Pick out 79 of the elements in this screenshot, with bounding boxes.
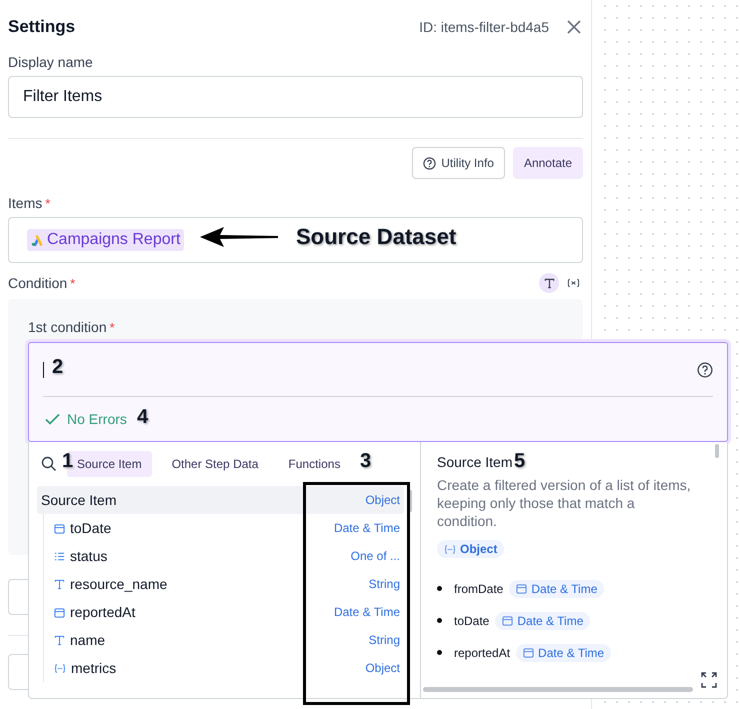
type-badge: Date & Time xyxy=(495,612,590,630)
tree-item[interactable]: reportedAt Date & Time xyxy=(50,598,404,626)
text-type-icon xyxy=(54,578,65,590)
field-type: Object xyxy=(365,493,400,507)
field-name: Source Item xyxy=(41,492,118,508)
annotation-number: 3 xyxy=(360,450,372,473)
help-icon xyxy=(423,156,436,170)
field-name: status xyxy=(70,548,108,564)
close-button[interactable] xyxy=(565,18,583,36)
calendar-icon xyxy=(516,583,528,594)
annotate-button[interactable]: Annotate xyxy=(512,147,583,179)
annotation-number: 5 xyxy=(514,450,526,473)
field-label: 1st condition xyxy=(28,319,107,335)
field-label: Condition xyxy=(8,275,68,291)
scrollbar[interactable] xyxy=(423,687,693,692)
field-type: String xyxy=(368,577,400,591)
annotation-label: Source Dataset xyxy=(296,224,456,250)
field-name: name xyxy=(70,632,106,648)
bullet-icon xyxy=(437,618,442,623)
scrollbar[interactable] xyxy=(715,444,719,458)
scrollbar[interactable] xyxy=(409,490,412,512)
panel-title: Settings xyxy=(8,17,76,37)
text-type-icon xyxy=(544,278,554,288)
calendar-icon xyxy=(54,606,65,618)
tree-item[interactable]: resource_name String xyxy=(50,570,404,598)
annotation-number: 4 xyxy=(137,406,148,429)
variable-icon xyxy=(566,278,580,288)
check-icon xyxy=(45,413,60,426)
bullet-icon xyxy=(437,586,442,591)
braces-icon xyxy=(54,662,66,674)
text-mode-button[interactable] xyxy=(539,273,559,293)
tree-item[interactable]: toDate Date & Time xyxy=(50,514,404,542)
dataset-chip[interactable]: Campaigns Report xyxy=(27,229,184,251)
calendar-icon xyxy=(54,522,65,534)
field-name: toDate xyxy=(454,614,490,628)
calendar-icon xyxy=(523,647,534,658)
text-cursor xyxy=(43,362,44,378)
field-type: Date & Time xyxy=(334,605,400,619)
expand-icon xyxy=(701,672,717,688)
field-name: toDate xyxy=(70,520,112,536)
field-type: String xyxy=(368,633,400,647)
field-name: reportedAt xyxy=(70,604,136,620)
detail-description: Create a filtered version of a list of items, keeping only those that match a condition. xyxy=(437,476,692,530)
field-type: Object xyxy=(365,661,400,675)
list-icon xyxy=(54,550,65,562)
calendar-icon xyxy=(502,615,514,626)
search-icon[interactable] xyxy=(41,456,57,472)
annotation-number: 2 xyxy=(52,356,64,379)
field-name: fromDate xyxy=(454,582,504,596)
tree-item[interactable]: name String xyxy=(50,626,404,654)
field-type: Date & Time xyxy=(334,521,400,535)
display-name-field[interactable]: Filter Items xyxy=(8,76,583,118)
tree-item[interactable]: Source Item Object xyxy=(37,486,404,514)
tree-item[interactable]: metrics Object xyxy=(50,654,404,682)
info-button[interactable]: Utility Info xyxy=(412,147,505,179)
type-badge: Object xyxy=(437,540,504,558)
field-label: Display name xyxy=(8,54,94,70)
detail-title: Source Item xyxy=(437,454,512,470)
required-mark: * xyxy=(110,320,115,334)
tree-item[interactable]: status One of ... xyxy=(50,542,404,570)
field-name: metrics xyxy=(71,660,118,676)
close-icon xyxy=(567,20,581,34)
ads-logo-icon xyxy=(31,234,43,246)
step-id: ID: items-filter-bd4a5 xyxy=(419,19,549,35)
required-mark: * xyxy=(70,276,76,290)
field-name: resource_name xyxy=(70,576,168,592)
validation-status: No Errors xyxy=(67,411,127,428)
field-name: reportedAt xyxy=(454,646,510,660)
picker-tab[interactable]: Functions xyxy=(278,451,350,477)
help-icon[interactable] xyxy=(697,362,713,378)
field-type: One of ... xyxy=(350,549,400,563)
bullet-icon xyxy=(437,650,442,655)
required-mark: * xyxy=(45,196,50,210)
field-label: Items xyxy=(8,195,42,211)
braces-icon xyxy=(444,544,456,554)
type-badge: Date & Time xyxy=(509,580,604,598)
text-type-icon xyxy=(54,634,65,646)
picker-tab[interactable]: Other Step Data xyxy=(162,451,268,477)
type-badge: Date & Time xyxy=(516,644,612,662)
